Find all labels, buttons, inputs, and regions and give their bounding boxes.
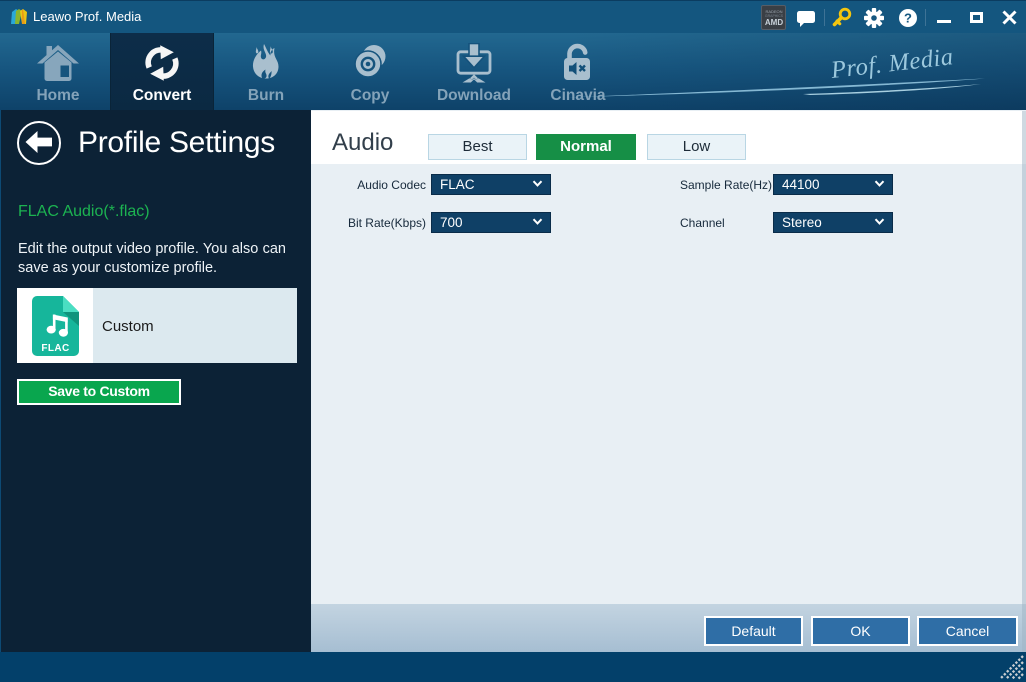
svg-text:Prof. Media: Prof. Media	[829, 43, 955, 84]
svg-text:FLAC: FLAC	[41, 343, 69, 354]
svg-text:?: ?	[904, 10, 912, 25]
